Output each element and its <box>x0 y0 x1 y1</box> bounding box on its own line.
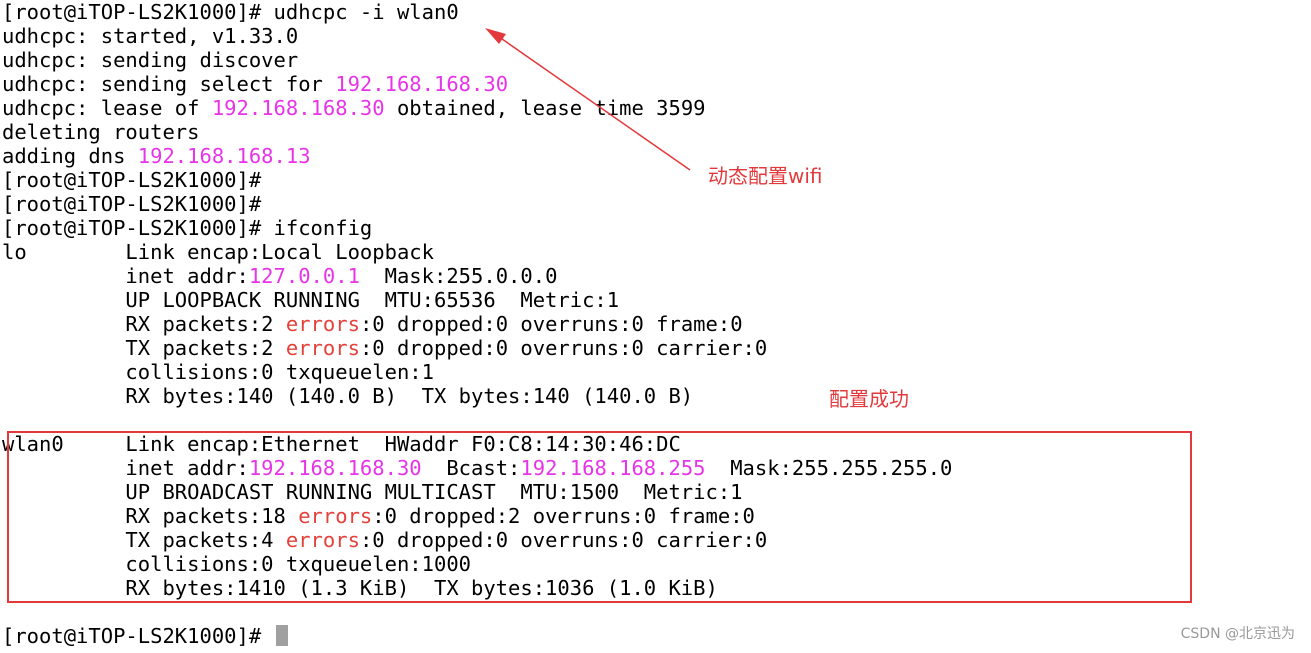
ip-address: 192.168.168.13 <box>137 144 311 168</box>
watermark: CSDN @北京迅为 <box>1180 626 1295 642</box>
ip-address: 192.168.168.30 <box>211 96 385 120</box>
terminal-line: udhcpc: lease of 192.168.168.30 obtained… <box>2 96 1302 120</box>
terminal-text: collisions:0 txqueuelen:1 <box>2 360 434 384</box>
terminal-text: udhcpc: sending discover <box>2 48 299 72</box>
error-label: errors <box>285 336 360 360</box>
terminal-line: udhcpc: sending discover <box>2 48 1302 72</box>
terminal-text: udhcpc: lease of <box>2 96 212 120</box>
annotation-config-success: 配置成功 <box>829 387 909 411</box>
terminal-text: :0 dropped:0 overruns:0 carrier:0 <box>359 336 768 360</box>
terminal-line: inet addr:127.0.0.1 Mask:255.0.0.0 <box>2 264 1302 288</box>
terminal-line: TX packets:2 errors:0 dropped:0 overruns… <box>2 336 1302 360</box>
terminal-text: [root@iTOP-LS2K1000]# <box>2 624 274 648</box>
terminal-text: Mask:255.0.0.0 <box>359 264 558 288</box>
terminal-line: [root@iTOP-LS2K1000]# ifconfig <box>2 216 1302 240</box>
terminal-line: [root@iTOP-LS2K1000]# <box>2 192 1302 216</box>
terminal-text: obtained, lease time 3599 <box>384 96 706 120</box>
terminal-line: RX packets:2 errors:0 dropped:0 overruns… <box>2 312 1302 336</box>
terminal-line: [root@iTOP-LS2K1000]# <box>2 168 1302 192</box>
error-label: errors <box>285 312 360 336</box>
terminal-line: UP LOOPBACK RUNNING MTU:65536 Metric:1 <box>2 288 1302 312</box>
terminal-line: [root@iTOP-LS2K1000]# <box>2 624 1302 648</box>
ip-address: 192.168.168.30 <box>335 72 509 96</box>
terminal-line: [root@iTOP-LS2K1000]# udhcpc -i wlan0 <box>2 0 1302 24</box>
annotation-dynamic-wifi: 动态配置wifi <box>708 164 823 188</box>
ip-address: 127.0.0.1 <box>248 264 360 288</box>
terminal-line: udhcpc: started, v1.33.0 <box>2 24 1302 48</box>
terminal-line: collisions:0 txqueuelen:1 <box>2 360 1302 384</box>
terminal-text: TX packets:2 <box>2 336 286 360</box>
terminal-text: :0 dropped:0 overruns:0 frame:0 <box>359 312 743 336</box>
terminal-text: [root@iTOP-LS2K1000]# udhcpc -i wlan0 <box>2 0 459 24</box>
terminal-line: adding dns 192.168.168.13 <box>2 144 1302 168</box>
terminal-text: RX packets:2 <box>2 312 286 336</box>
terminal-text: RX bytes:140 (140.0 B) TX bytes:140 (140… <box>2 384 694 408</box>
terminal-text: UP LOOPBACK RUNNING MTU:65536 Metric:1 <box>2 288 620 312</box>
terminal-cursor <box>275 625 288 646</box>
wlan0-highlight-box <box>7 431 1192 603</box>
terminal-text: udhcpc: started, v1.33.0 <box>2 24 299 48</box>
terminal-text: [root@iTOP-LS2K1000]# <box>2 168 262 192</box>
terminal-text: [root@iTOP-LS2K1000]# <box>2 192 262 216</box>
terminal-text: [root@iTOP-LS2K1000]# ifconfig <box>2 216 373 240</box>
terminal-text: inet addr: <box>2 264 249 288</box>
terminal-line: deleting routers <box>2 120 1302 144</box>
terminal-text: udhcpc: sending select for <box>2 72 336 96</box>
terminal-line: udhcpc: sending select for 192.168.168.3… <box>2 72 1302 96</box>
terminal-text: deleting routers <box>2 120 200 144</box>
terminal-text: lo Link encap:Local Loopback <box>2 240 434 264</box>
terminal-line: RX bytes:140 (140.0 B) TX bytes:140 (140… <box>2 384 1302 408</box>
terminal-text: adding dns <box>2 144 138 168</box>
terminal-line: lo Link encap:Local Loopback <box>2 240 1302 264</box>
